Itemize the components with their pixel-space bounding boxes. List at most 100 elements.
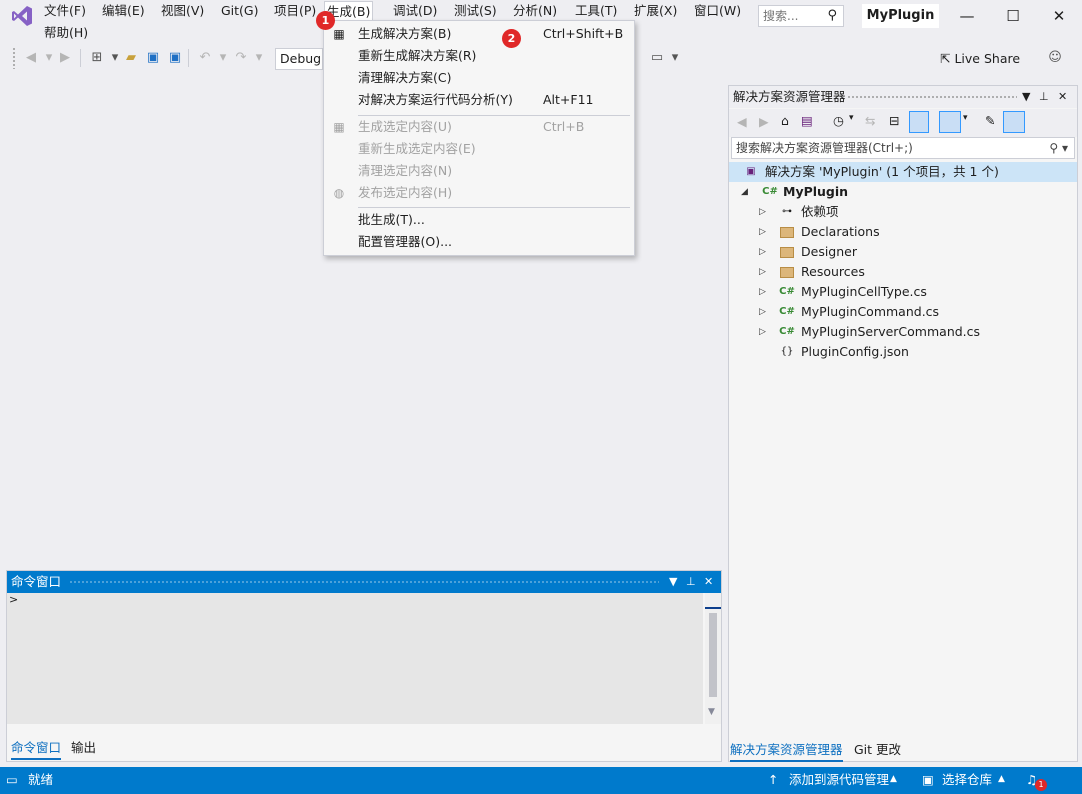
- toolbar-options-icon[interactable]: ▾: [666, 49, 684, 67]
- menu-help[interactable]: 帮助(H): [42, 22, 90, 44]
- tree-item[interactable]: ▷ C# MyPluginServerCommand.cs: [729, 322, 1077, 342]
- collapsed-arrow-icon[interactable]: ▷: [759, 322, 769, 342]
- show-all-files-icon[interactable]: [909, 111, 929, 133]
- menu-item-label: 批生成(T)...: [358, 212, 425, 227]
- tree-project-node[interactable]: ◢ C# MyPlugin: [729, 182, 1077, 202]
- search-input[interactable]: [759, 6, 821, 26]
- menu-window[interactable]: 窗口(W): [692, 0, 743, 22]
- back-icon[interactable]: ◀: [737, 114, 747, 129]
- tree-item[interactable]: ▷ Declarations: [729, 222, 1077, 242]
- build-dropdown-menu: ▦ 生成解决方案(B) Ctrl+Shift+B 重新生成解决方案(R) 清理解…: [323, 20, 635, 256]
- menu-test[interactable]: 测试(S): [452, 0, 499, 22]
- live-share-button[interactable]: ⇱ Live Share: [940, 50, 1020, 68]
- solution-configuration-select[interactable]: Debug: [275, 48, 323, 70]
- switch-views-icon[interactable]: ▤: [801, 113, 813, 128]
- dropdown-arrow-icon[interactable]: ▾: [250, 49, 268, 67]
- open-folder-icon[interactable]: ▰: [122, 49, 140, 67]
- build-solution-item[interactable]: ▦ 生成解决方案(B) Ctrl+Shift+B: [324, 23, 634, 45]
- run-code-analysis-item[interactable]: 对解决方案运行代码分析(Y) Alt+F11: [324, 89, 634, 111]
- menu-edit[interactable]: 编辑(E): [100, 0, 147, 22]
- command-input-area[interactable]: >: [7, 593, 703, 724]
- add-to-source-control-button[interactable]: 添加到源代码管理: [789, 767, 889, 792]
- step-badge-2: 2: [502, 29, 521, 48]
- select-repository-button[interactable]: 选择仓库: [942, 767, 992, 792]
- close-panel-icon[interactable]: ✕: [704, 571, 713, 593]
- preview-icon[interactable]: [939, 111, 961, 133]
- tab-output[interactable]: 输出: [71, 738, 96, 758]
- new-project-icon[interactable]: ⊞: [88, 49, 106, 67]
- save-all-icon[interactable]: ▣: [166, 49, 184, 67]
- undo-icon[interactable]: ↶: [196, 49, 214, 67]
- dropdown-arrow-icon[interactable]: ▾: [963, 113, 968, 123]
- collapsed-arrow-icon[interactable]: ▷: [759, 202, 769, 222]
- caret-up-icon: ▲: [998, 774, 1005, 784]
- visual-studio-logo-icon[interactable]: [10, 4, 34, 28]
- clean-solution-item[interactable]: 清理解决方案(C): [324, 67, 634, 89]
- tree-label: MyPlugin: [783, 184, 849, 199]
- menu-view[interactable]: 视图(V): [159, 0, 206, 22]
- collapsed-arrow-icon[interactable]: ▷: [759, 302, 769, 322]
- sync-icon[interactable]: ⇆: [865, 113, 875, 128]
- minimize-button[interactable]: —: [947, 4, 987, 28]
- tree-solution-node[interactable]: ▣ 解决方案 'MyPlugin' (1 个项目，共 1 个): [729, 162, 1077, 182]
- forward-icon[interactable]: ▶: [759, 114, 769, 129]
- notification-count-badge: 1: [1035, 779, 1047, 791]
- scroll-down-icon[interactable]: ▼: [708, 707, 715, 717]
- dropdown-arrow-icon[interactable]: ▾: [849, 113, 854, 123]
- collapsed-arrow-icon[interactable]: ▷: [759, 282, 769, 302]
- collapsed-arrow-icon[interactable]: ▷: [759, 242, 769, 262]
- redo-icon[interactable]: ↷: [232, 49, 250, 67]
- menu-extensions[interactable]: 扩展(X): [632, 0, 679, 22]
- menu-item-label: 发布选定内容(H): [358, 185, 453, 200]
- home-icon[interactable]: ⌂: [781, 113, 789, 128]
- vertical-scrollbar[interactable]: ▼: [705, 593, 721, 724]
- expand-arrow-icon[interactable]: ◢: [741, 182, 751, 202]
- tree-item[interactable]: {} PluginConfig.json: [729, 342, 1077, 362]
- tree-item[interactable]: ▷ C# MyPluginCellType.cs: [729, 282, 1077, 302]
- tree-item[interactable]: ▷ C# MyPluginCommand.cs: [729, 302, 1077, 322]
- collapse-all-icon[interactable]: ⊟: [889, 113, 899, 128]
- preview-selected-icon[interactable]: [1003, 111, 1025, 133]
- collapsed-arrow-icon[interactable]: ▷: [759, 222, 769, 242]
- batch-build-item[interactable]: 批生成(T)...: [324, 209, 634, 231]
- search-box[interactable]: ⚲: [758, 5, 844, 27]
- properties-wrench-icon[interactable]: ✎: [985, 113, 995, 128]
- dependencies-icon: ⊶: [782, 206, 792, 217]
- navigate-forward-icon[interactable]: ▶: [56, 49, 74, 67]
- tree-item[interactable]: ▷ ⊶ 依赖项: [729, 202, 1077, 222]
- menu-analyze[interactable]: 分析(N): [511, 0, 559, 22]
- pin-icon[interactable]: ⊥: [1039, 86, 1049, 108]
- save-icon[interactable]: ▣: [144, 49, 162, 67]
- tree-label: PluginConfig.json: [801, 344, 909, 359]
- window-menu-icon[interactable]: ▼: [669, 571, 677, 593]
- menu-file[interactable]: 文件(F): [42, 0, 88, 22]
- maximize-button[interactable]: ☐: [993, 4, 1033, 28]
- rebuild-solution-item[interactable]: 重新生成解决方案(R): [324, 45, 634, 67]
- dropdown-arrow-icon[interactable]: ▾: [214, 49, 232, 67]
- tab-solution-explorer[interactable]: 解决方案资源管理器: [730, 740, 843, 762]
- configuration-manager-item[interactable]: 配置管理器(O)...: [324, 231, 634, 253]
- csharp-file-icon: C#: [779, 286, 795, 297]
- close-button[interactable]: ✕: [1039, 4, 1079, 28]
- menu-project[interactable]: 项目(P): [272, 0, 318, 22]
- navigate-back-icon[interactable]: ◀: [22, 49, 40, 67]
- feedback-icon[interactable]: ☺: [1046, 49, 1064, 67]
- tab-command-window[interactable]: 命令窗口: [11, 738, 62, 760]
- pending-changes-filter-icon[interactable]: ◷: [833, 113, 844, 128]
- pin-icon[interactable]: ⊥: [686, 571, 696, 593]
- output-window-icon[interactable]: ▭: [6, 767, 18, 792]
- scrollbar-thumb[interactable]: [709, 613, 717, 697]
- close-panel-icon[interactable]: ✕: [1058, 86, 1067, 108]
- panel-title-bar: 命令窗口 ▼ ⊥ ✕: [7, 571, 721, 593]
- window-layout-icon[interactable]: ▭: [648, 49, 666, 67]
- window-menu-icon[interactable]: ▼: [1022, 86, 1030, 108]
- solution-explorer-search-input[interactable]: 搜索解决方案资源管理器(Ctrl+;) ⚲ ▾: [731, 137, 1075, 159]
- tree-item[interactable]: ▷ Designer: [729, 242, 1077, 262]
- collapsed-arrow-icon[interactable]: ▷: [759, 262, 769, 282]
- menu-debug[interactable]: 调试(D): [391, 0, 439, 22]
- menu-item-label: 重新生成解决方案(R): [358, 48, 477, 63]
- menu-git[interactable]: Git(G): [219, 0, 261, 22]
- tab-git-changes[interactable]: Git 更改: [854, 740, 901, 760]
- tree-item[interactable]: ▷ Resources: [729, 262, 1077, 282]
- menu-tools[interactable]: 工具(T): [573, 0, 619, 22]
